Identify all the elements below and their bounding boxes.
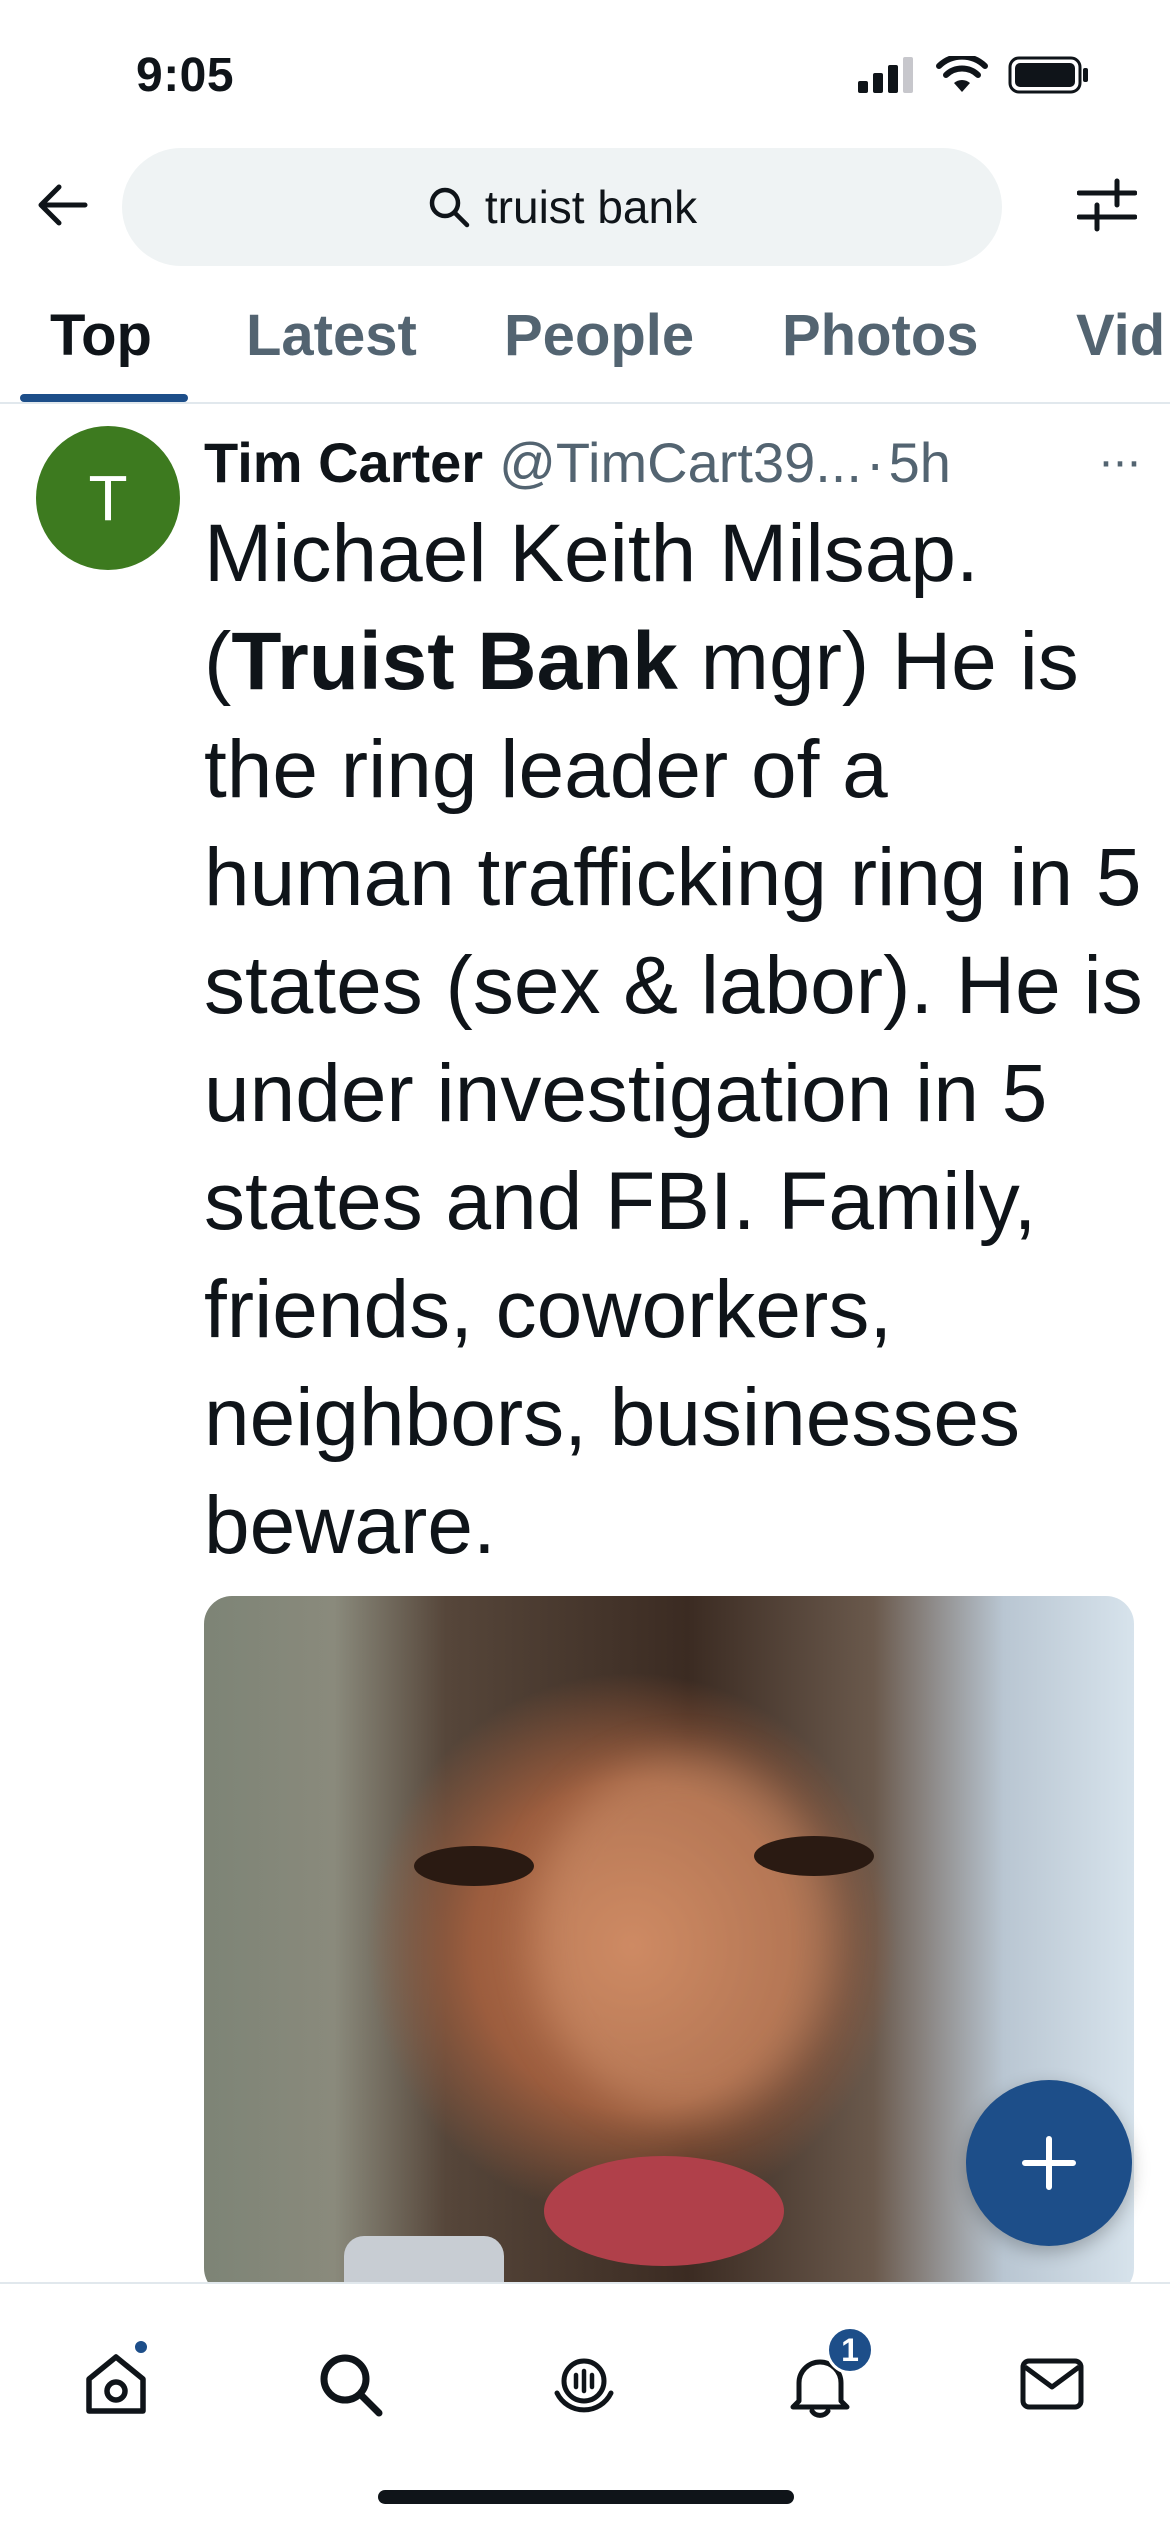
separator-dot: · <box>865 430 885 494</box>
search-tabs: Top Latest People Photos Vid <box>0 280 1170 404</box>
status-icons <box>858 53 1090 99</box>
search-filter-button[interactable] <box>1072 170 1142 240</box>
unread-dot <box>132 2338 150 2356</box>
notification-badge: 1 <box>826 2326 874 2374</box>
tab-top[interactable]: Top <box>50 302 152 369</box>
cellular-signal-icon <box>858 57 916 98</box>
search-icon <box>320 2354 383 2417</box>
status-bar: 9:05 <box>0 0 1170 140</box>
photo-eye <box>754 1836 874 1876</box>
photo-eye <box>414 1846 534 1886</box>
nav-messages[interactable] <box>1012 2344 1092 2424</box>
tweet-text-highlight: Truist Bank <box>231 616 678 707</box>
search-header: truist bank <box>0 140 1170 270</box>
tweet-time: 5h <box>888 430 951 494</box>
nav-notifications[interactable]: 1 <box>780 2326 874 2424</box>
search-query: truist bank <box>484 181 698 233</box>
tweet-header: Tim Carter @TimCart39... · 5h <box>204 422 1144 502</box>
plus-icon <box>1022 2136 1076 2190</box>
author-name[interactable]: Tim Carter <box>204 430 483 495</box>
nav-search[interactable] <box>310 2344 390 2424</box>
tab-latest[interactable]: Latest <box>246 302 417 369</box>
tab-people[interactable]: People <box>504 302 694 369</box>
battery-icon <box>1008 56 1090 99</box>
envelope-icon <box>1020 2358 1084 2410</box>
home-indicator[interactable] <box>378 2490 794 2504</box>
compose-button[interactable] <box>966 2080 1132 2246</box>
nav-spaces[interactable] <box>544 2344 624 2424</box>
search-icon <box>429 187 470 228</box>
more-icon: ··· <box>1098 435 1142 488</box>
avatar-letter: T <box>88 462 128 534</box>
avatar[interactable]: T <box>36 426 180 570</box>
search-input[interactable]: truist bank <box>122 148 1002 266</box>
back-button[interactable] <box>28 170 98 240</box>
photo-mouth <box>544 2156 784 2266</box>
tab-videos[interactable]: Vid <box>1076 302 1165 369</box>
back-arrow-icon <box>38 184 88 226</box>
active-tab-indicator <box>20 394 188 402</box>
status-time: 9:05 <box>136 49 235 102</box>
more-options-button[interactable]: ··· <box>1098 434 1142 489</box>
home-icon <box>86 2354 146 2414</box>
author-handle[interactable]: @TimCart39... <box>499 430 862 495</box>
tweet-text-part: mgr) He is the ring leader of a human tr… <box>204 616 1143 1571</box>
sliders-icon <box>1077 178 1137 232</box>
tab-photos[interactable]: Photos <box>782 302 979 369</box>
tweet-text: Michael Keith Milsap. (Truist Bank mgr) … <box>204 500 1154 1580</box>
nav-home[interactable] <box>76 2338 156 2424</box>
wifi-icon <box>936 53 988 99</box>
spaces-icon <box>554 2358 614 2413</box>
photo-face <box>534 1756 834 2116</box>
